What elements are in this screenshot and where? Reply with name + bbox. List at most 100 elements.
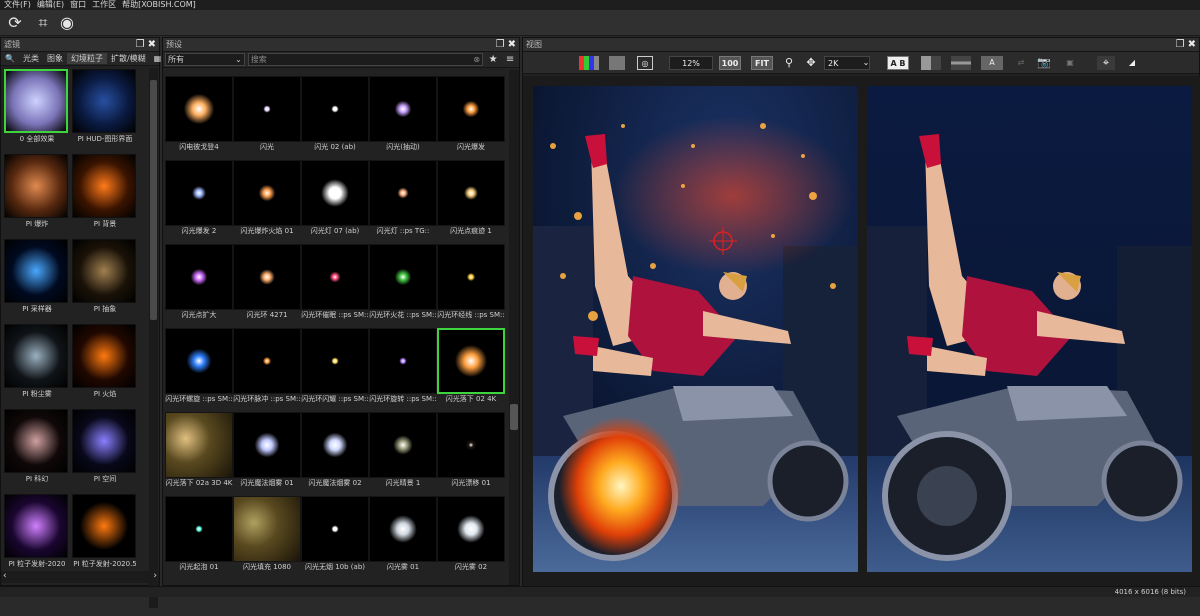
pan-icon[interactable]: ✥	[803, 56, 819, 70]
a-only-label: A	[989, 58, 995, 67]
view-canvas[interactable]	[523, 76, 1200, 587]
preset-item[interactable]: 闪光环经线 ::ps SM::	[437, 244, 505, 328]
preset-item[interactable]: 闪光环旋转 ::ps SM::	[369, 328, 437, 412]
filter-item[interactable]: PI 采样器	[3, 238, 71, 323]
eye-icon[interactable]: ◉	[56, 13, 78, 33]
split-view-icon[interactable]	[921, 56, 941, 70]
restore-icon[interactable]: ❐	[496, 39, 505, 50]
menu-workspace[interactable]: 工作区	[90, 0, 120, 10]
preset-item[interactable]: 闪光灯 07 (ab)	[301, 160, 369, 244]
preset-thumbnail	[437, 76, 505, 142]
close-icon[interactable]: ✖	[508, 39, 516, 50]
preset-item[interactable]: 闪光环闪耀 ::ps SM::	[301, 328, 369, 412]
camera-icon[interactable]: 📷	[1035, 56, 1053, 70]
preset-thumbnail	[369, 244, 437, 310]
preset-item[interactable]: 闪光	[233, 76, 301, 160]
filter-item[interactable]: PI 背景	[71, 153, 139, 238]
filter-item[interactable]: PI 抽象	[71, 238, 139, 323]
scroll-left-icon[interactable]: ‹	[3, 571, 7, 581]
menu-help[interactable]: 帮助[XOBISH.COM]	[120, 0, 200, 10]
category-select[interactable]: 所有 ⌄	[165, 53, 245, 66]
ab-compare-button[interactable]: A B	[887, 56, 909, 70]
preview-image-before[interactable]	[867, 86, 1192, 572]
filter-item[interactable]: PI HUD-图形界面	[71, 68, 139, 153]
search-icon[interactable]: 🔍	[1, 54, 19, 63]
crosshair-icon[interactable]: ⌖	[1097, 56, 1115, 70]
preset-item[interactable]: 闪光爆发	[437, 76, 505, 160]
scroll-thumb[interactable]	[510, 404, 518, 430]
preset-item[interactable]: 闪光环脉冲 ::ps SM::	[233, 328, 301, 412]
a-only-button[interactable]: A	[981, 56, 1003, 70]
presets-scrollbar[interactable]	[509, 70, 519, 585]
close-icon[interactable]: ✖	[1188, 39, 1196, 50]
preset-item[interactable]: 闪电彼戈登4	[165, 76, 233, 160]
preset-item[interactable]: 闪光环 4271	[233, 244, 301, 328]
preset-item[interactable]: 闪光环螺旋 ::ps SM::	[165, 328, 233, 412]
preset-item[interactable]: 闪光雾 02	[437, 496, 505, 580]
preset-item[interactable]: 闪光(抽动)	[369, 76, 437, 160]
clear-icon[interactable]: ⊗	[473, 54, 480, 65]
preset-item[interactable]: 闪光漂移 01	[437, 412, 505, 496]
filter-item[interactable]: PI 粒子发射-2020	[3, 493, 71, 578]
fit-button[interactable]: FIT	[751, 56, 773, 70]
filter-item[interactable]: PI 粒子发射-2020.5	[71, 493, 139, 578]
crop-icon[interactable]: ⌗	[32, 13, 54, 33]
filter-item[interactable]: PI 科幻	[3, 408, 71, 493]
menu-window[interactable]: 窗口	[68, 0, 90, 10]
menu-file[interactable]: 文件(F)	[2, 0, 35, 10]
tab-diffuse[interactable]: 扩散/模糊	[107, 53, 150, 64]
refresh-icon[interactable]: ⟳	[4, 13, 26, 33]
preset-item[interactable]: 闪光雾 01	[369, 496, 437, 580]
preset-item[interactable]: 闪光点扩大	[165, 244, 233, 328]
swap-icon[interactable]: ⇄	[1013, 56, 1029, 70]
menu-edit[interactable]: 编辑(E)	[35, 0, 68, 10]
preset-item[interactable]: 闪光晴景 1	[369, 412, 437, 496]
zoom-100-button[interactable]: 100	[719, 56, 741, 70]
channels-icon[interactable]	[579, 56, 599, 70]
filter-item[interactable]: 0 全部效果	[3, 68, 71, 153]
menu-icon[interactable]: ≡	[503, 53, 517, 66]
preview-size-value: 2K	[828, 59, 839, 68]
preview-image-after[interactable]	[533, 86, 858, 572]
fit-frame-icon[interactable]: ◎	[637, 56, 653, 70]
split-horizontal-icon[interactable]	[951, 56, 971, 70]
star-icon[interactable]: ★	[486, 53, 500, 66]
preset-item[interactable]: 闪光落下 02a 3D 4K	[165, 412, 233, 496]
preset-item[interactable]: 闪光 02 (ab)	[301, 76, 369, 160]
filter-item[interactable]: PI 爆炸	[3, 153, 71, 238]
preset-item[interactable]: 闪光爆炸火焰 01	[233, 160, 301, 244]
scroll-right-icon[interactable]: ›	[153, 571, 157, 581]
preset-item[interactable]: 闪光环催眠 ::ps SM::	[301, 244, 369, 328]
close-icon[interactable]: ✖	[148, 39, 156, 50]
preset-item[interactable]: 闪光魔法烟雾 02	[301, 412, 369, 496]
filter-item[interactable]: PI 粉尘雾	[3, 323, 71, 408]
histogram-icon[interactable]: ◢	[1123, 56, 1141, 70]
magnifier-icon[interactable]: ⚲	[781, 56, 797, 70]
preset-item[interactable]: 闪光填充 1080	[233, 496, 301, 580]
preset-item[interactable]: 闪光落下 02 4K	[437, 328, 505, 412]
filter-thumbnail	[72, 239, 136, 303]
preset-thumbnail	[369, 76, 437, 142]
preset-item[interactable]: 闪光起泡 01	[165, 496, 233, 580]
preset-item[interactable]: 闪光灯 ::ps TG::	[369, 160, 437, 244]
preset-item[interactable]: 闪光魔法烟雾 01	[233, 412, 301, 496]
tab-particles[interactable]: 幻境粒子	[66, 53, 107, 64]
scroll-thumb[interactable]	[150, 80, 157, 320]
restore-icon[interactable]: ❐	[136, 39, 145, 50]
preset-item[interactable]: 闪光爆发 2	[165, 160, 233, 244]
filter-item[interactable]: PI 空间	[71, 408, 139, 493]
preset-search-input[interactable]: 搜索 ⊗	[247, 53, 484, 66]
restore-icon[interactable]: ❐	[1176, 39, 1185, 50]
tab-image[interactable]: 图象	[43, 53, 67, 64]
tab-light[interactable]: 光类	[19, 53, 43, 64]
zoom-field[interactable]: 12%	[669, 56, 713, 70]
preset-item[interactable]: 闪光无烟 10b (ab)	[301, 496, 369, 580]
filter-item[interactable]: PI 火焰	[71, 323, 139, 408]
filter-thumbnail	[4, 239, 68, 303]
mask-icon[interactable]	[609, 56, 625, 70]
filters-scrollbar[interactable]	[149, 68, 158, 608]
preset-item[interactable]: 闪光点痕迹 1	[437, 160, 505, 244]
monitor-icon[interactable]: ▣	[1061, 56, 1079, 70]
preset-item[interactable]: 闪光环火花 ::ps SM::	[369, 244, 437, 328]
filters-hscrollbar[interactable]: ‹ ›	[1, 571, 159, 583]
